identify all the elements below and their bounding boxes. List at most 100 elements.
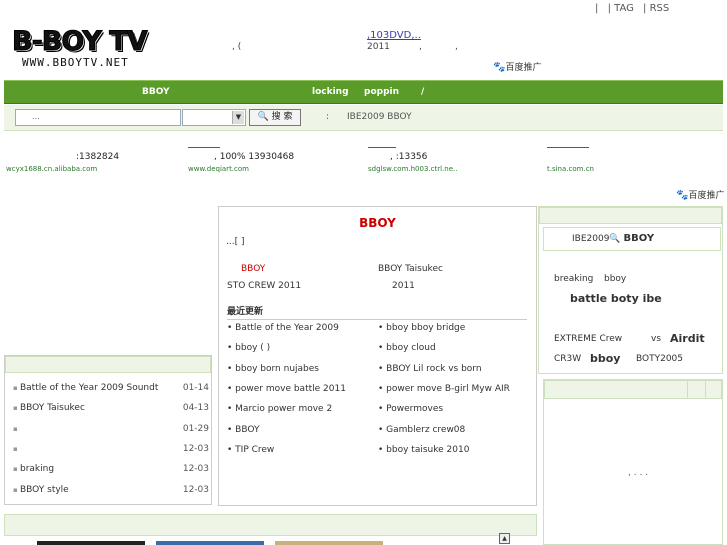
update-item[interactable]: • BBOY Lil rock vs born xyxy=(378,364,482,374)
search-input[interactable]: ... xyxy=(15,109,181,126)
nav-item-bboy[interactable]: BBOY xyxy=(142,87,170,97)
update-item[interactable]: • Gamblerz crew08 xyxy=(378,425,465,435)
list-item-date: 12-03 xyxy=(182,484,209,495)
right-panel-bottom: , . . . xyxy=(543,379,723,545)
ad-url-4[interactable]: t.sina.com.cn xyxy=(547,165,594,173)
divider xyxy=(705,380,706,399)
ad-underline xyxy=(368,147,396,148)
update-item[interactable]: • bboy ( ) xyxy=(227,343,270,353)
ad-title-2[interactable]: , 100% 13930468 xyxy=(214,152,294,162)
featured-sub-right[interactable]: 2011 xyxy=(392,281,415,291)
featured-sub-left[interactable]: STO CREW 2011 xyxy=(227,281,301,291)
site-logo[interactable]: B-BOY TV WWW.BBOYTV.NET xyxy=(12,27,172,72)
divider xyxy=(687,380,688,399)
left-article-list: ▪ Battle of the Year 2009 Soundt 01-14 ▪ B… xyxy=(4,355,212,505)
video-thumbnail[interactable] xyxy=(156,541,264,545)
search-icon: 🔍 xyxy=(257,112,269,122)
featured-link-left[interactable]: BBOY xyxy=(241,264,265,274)
list-item[interactable]: ▪ BBOY style 12-03 xyxy=(13,485,209,495)
ad-underline xyxy=(188,147,220,148)
ad-title-1[interactable]: :1382824 xyxy=(76,152,119,162)
hot-search-colon: : xyxy=(326,112,330,122)
ad-url-1[interactable]: wcyx1688.cn.alibaba.com xyxy=(6,165,97,173)
video-thumbnail[interactable] xyxy=(275,541,383,545)
update-item[interactable]: • bboy born nujabes xyxy=(227,364,319,374)
ad-underline xyxy=(547,147,589,148)
list-item-date: 01-14 xyxy=(182,383,209,393)
header-year: 2011 xyxy=(367,42,390,52)
list-item-date: 04-13 xyxy=(182,403,209,414)
dvd-link[interactable]: ,103DVD,.. xyxy=(367,30,421,41)
tag-bboy-2[interactable]: bboy xyxy=(590,352,620,365)
baidu-label: 百度推广 xyxy=(688,191,725,201)
bullet-icon: ▪ xyxy=(13,465,20,474)
right-panel-title-text: IBE2009 xyxy=(572,234,610,244)
tag-airdit[interactable]: Airdit xyxy=(670,332,705,345)
baidu-promo-2[interactable]: 🐾百度推广 xyxy=(676,188,724,201)
right-panel-header xyxy=(544,380,722,399)
list-item-title: BBOY style xyxy=(19,484,69,495)
list-item[interactable]: ▪ BBOY Taisukec 04-13 xyxy=(13,403,209,413)
update-item[interactable]: • TIP Crew xyxy=(227,445,274,455)
bullet-icon: ▪ xyxy=(13,404,20,413)
bullet-icon: ▪ xyxy=(13,444,18,453)
ad-title-3[interactable]: , :13356 xyxy=(390,152,427,162)
bullet-icon: ▪ xyxy=(13,485,20,494)
paw-icon: 🐾 xyxy=(493,62,506,73)
top-link-sep[interactable]: | xyxy=(595,3,598,14)
tag-breaking[interactable]: breaking xyxy=(554,274,593,284)
update-item[interactable]: • power move B-girl Myw AIR xyxy=(378,384,510,394)
ad-url-2[interactable]: www.deqiart.com xyxy=(188,165,249,173)
baidu-label: 百度推广 xyxy=(505,63,542,73)
video-thumbnail[interactable] xyxy=(37,541,145,545)
update-item[interactable]: • BBOY xyxy=(227,425,259,435)
tag-boty2005[interactable]: BOTY2005 xyxy=(636,354,683,364)
update-item[interactable]: • bboy taisuke 2010 xyxy=(378,445,469,455)
featured-title[interactable]: BBOY xyxy=(219,216,536,230)
featured-more[interactable]: ...[ ] xyxy=(226,237,244,247)
chevron-down-icon: ▼ xyxy=(232,111,244,124)
nav-item-locking[interactable]: locking xyxy=(312,87,349,97)
paw-icon: 🐾 xyxy=(676,190,689,201)
list-item[interactable]: ▪ braking 12-03 xyxy=(13,464,209,474)
search-bar: ... ▼ 🔍 搜 索 : IBE2009 BBOY xyxy=(4,105,723,131)
update-item[interactable]: • Battle of the Year 2009 xyxy=(227,323,339,333)
top-link-rss[interactable]: | RSS xyxy=(643,3,669,14)
bullet-icon: ▪ xyxy=(13,424,18,433)
list-item-date: 12-03 xyxy=(182,464,209,475)
hot-search-text[interactable]: IBE2009 BBOY xyxy=(347,112,412,122)
top-link-tag[interactable]: | TAG xyxy=(608,3,634,14)
update-item[interactable]: • Powermoves xyxy=(378,404,443,414)
baidu-promo[interactable]: 🐾百度推广 xyxy=(493,60,541,73)
tag-line-2[interactable]: battle boty ibe xyxy=(570,292,662,305)
update-item[interactable]: • bboy bboy bridge xyxy=(378,323,465,333)
bottom-panel-header xyxy=(4,514,537,536)
main-nav: BBOY locking poppin / xyxy=(4,80,723,104)
list-item[interactable]: ▪ 12-03 xyxy=(13,444,209,454)
tag-vs[interactable]: vs xyxy=(651,334,661,344)
list-item[interactable]: ▪ 01-29 xyxy=(13,424,209,434)
right-panel-title[interactable]: IBE2009🔍 BBOY xyxy=(572,233,654,244)
ad-url-3[interactable]: sdglsw.com.h003.ctrl.ne.. xyxy=(368,165,457,173)
tag-extreme-crew[interactable]: EXTREME Crew xyxy=(554,334,622,344)
recent-updates-heading: 最近更新 xyxy=(227,304,527,320)
tag-cr3w[interactable]: CR3W xyxy=(554,354,581,364)
featured-panel: BBOY ...[ ] BBOY BBOY Taisukec STO CREW … xyxy=(218,206,537,506)
search-button[interactable]: 🔍 搜 索 xyxy=(249,109,301,126)
nav-item-slash[interactable]: / xyxy=(421,87,424,97)
search-category-select[interactable]: ▼ xyxy=(182,109,246,126)
list-item[interactable]: ▪ Battle of the Year 2009 Soundt 01-14 xyxy=(13,383,209,393)
update-item[interactable]: • Marcio power move 2 xyxy=(227,404,332,414)
update-item[interactable]: • power move battle 2011 xyxy=(227,384,346,394)
search-icon: 🔍 xyxy=(609,234,621,244)
header-text: , ( xyxy=(232,42,242,52)
right-panel-top: IBE2009🔍 BBOY breaking bboy battle boty … xyxy=(538,206,723,374)
right-panel-title-bold: BBOY xyxy=(623,233,655,244)
scroll-up-icon[interactable]: ▲ xyxy=(499,533,510,544)
nav-item-poppin[interactable]: poppin xyxy=(364,87,399,97)
bullet-icon: ▪ xyxy=(13,384,20,392)
tag-bboy[interactable]: bboy xyxy=(604,274,626,284)
search-button-label: 搜 索 xyxy=(271,112,293,122)
featured-link-right[interactable]: BBOY Taisukec xyxy=(378,264,443,274)
update-item[interactable]: • bboy cloud xyxy=(378,343,436,353)
